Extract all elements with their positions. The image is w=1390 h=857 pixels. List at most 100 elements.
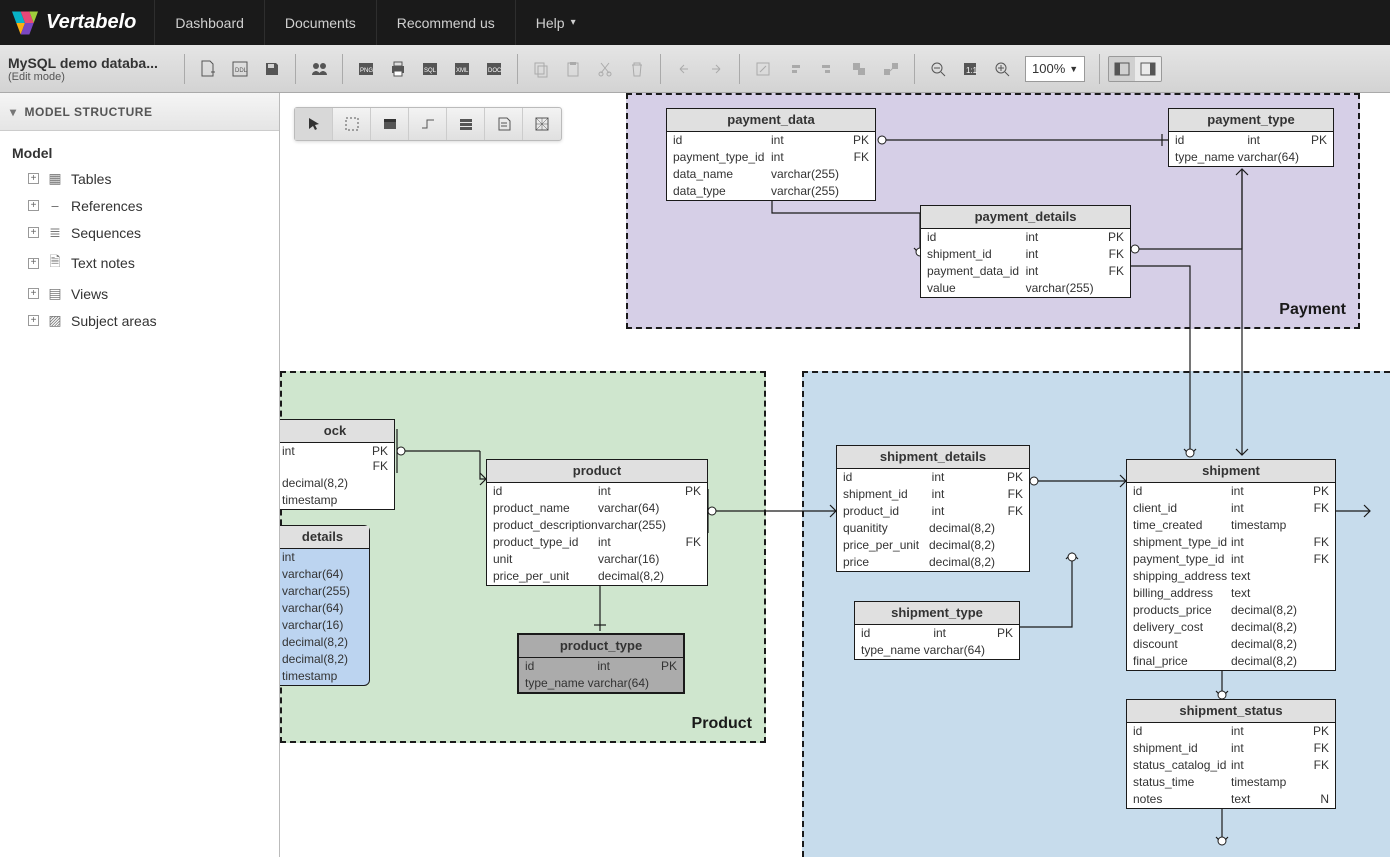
nav-help[interactable]: Help▾ bbox=[515, 0, 596, 45]
expand-icon[interactable]: + bbox=[28, 227, 39, 238]
ungroup-button[interactable] bbox=[876, 54, 906, 84]
add-area-tool[interactable] bbox=[523, 108, 561, 140]
delete-button[interactable] bbox=[622, 54, 652, 84]
group-button[interactable] bbox=[844, 54, 874, 84]
tree-item-tables[interactable]: +▦Tables bbox=[4, 165, 275, 192]
nav-recommend[interactable]: Recommend us bbox=[376, 0, 515, 45]
undo-button[interactable] bbox=[669, 54, 699, 84]
tree-item-areas[interactable]: +▨Subject areas bbox=[4, 307, 275, 334]
expand-icon[interactable]: + bbox=[28, 173, 39, 184]
left-panel-toggle[interactable] bbox=[1109, 57, 1135, 81]
edit-button[interactable] bbox=[748, 54, 778, 84]
cut-button[interactable] bbox=[590, 54, 620, 84]
table-shipment-status[interactable]: shipment_statusidintPKshipment_idintFKst… bbox=[1126, 699, 1336, 809]
new-doc-icon bbox=[199, 60, 217, 78]
table-header: payment_details bbox=[921, 206, 1130, 229]
table-product-type[interactable]: product_typeidintPKtype_namevarchar(64) bbox=[517, 633, 685, 694]
add-table-tool[interactable] bbox=[371, 108, 409, 140]
align-right-icon bbox=[818, 60, 836, 78]
table-header: ock bbox=[280, 420, 394, 443]
table-row: data_namevarchar(255) bbox=[667, 166, 875, 183]
share-button[interactable] bbox=[304, 54, 334, 84]
add-note-tool[interactable] bbox=[485, 108, 523, 140]
tree-item-references[interactable]: +⎯References bbox=[4, 192, 275, 219]
document-mode: (Edit mode) bbox=[8, 71, 176, 83]
table-row: shipment_idintFK bbox=[921, 246, 1130, 263]
tree-label: Text notes bbox=[71, 255, 135, 271]
right-panel-toggle[interactable] bbox=[1135, 57, 1161, 81]
zoom-out-button[interactable] bbox=[923, 54, 953, 84]
expand-icon[interactable]: + bbox=[28, 288, 39, 299]
export-png-button[interactable]: PNG bbox=[351, 54, 381, 84]
expand-icon[interactable]: + bbox=[28, 200, 39, 211]
table-shipment-details[interactable]: shipment_detailsidintPKshipment_idintFKp… bbox=[836, 445, 1030, 572]
table-details[interactable]: detailsintvarchar(64)varchar(255)varchar… bbox=[280, 525, 370, 686]
ddl-button[interactable]: DDL bbox=[225, 54, 255, 84]
table-header: shipment_details bbox=[837, 446, 1029, 469]
table-row: product_idintFK bbox=[837, 503, 1029, 520]
tree-item-sequences[interactable]: +≣Sequences bbox=[4, 219, 275, 246]
tree-item-textnotes[interactable]: +🗎Text notes bbox=[4, 246, 275, 280]
zoom-in-button[interactable] bbox=[987, 54, 1017, 84]
print-button[interactable] bbox=[383, 54, 413, 84]
marquee-icon bbox=[344, 116, 360, 132]
table-row: idintPK bbox=[855, 625, 1019, 642]
trash-icon bbox=[628, 60, 646, 78]
align-right-button[interactable] bbox=[812, 54, 842, 84]
table-row: payment_type_idintFK bbox=[667, 149, 875, 166]
sql-icon: SQL bbox=[421, 60, 439, 78]
expand-icon[interactable]: + bbox=[28, 258, 39, 269]
table-row: payment_data_idintFK bbox=[921, 263, 1130, 280]
canvas[interactable]: Payment Product bbox=[280, 93, 1390, 857]
add-view-tool[interactable] bbox=[447, 108, 485, 140]
logo[interactable]: Vertabelo bbox=[6, 10, 154, 36]
table-row: varchar(16) bbox=[280, 617, 369, 634]
zoom-fit-button[interactable]: 1:1 bbox=[955, 54, 985, 84]
redo-button[interactable] bbox=[701, 54, 731, 84]
table-stock[interactable]: ockintPK FKdecimal(8,2)timestamp bbox=[280, 419, 395, 510]
table-shipment-type[interactable]: shipment_typeidintPKtype_namevarchar(64) bbox=[854, 601, 1020, 660]
zoom-out-icon bbox=[929, 60, 947, 78]
tree-root[interactable]: Model bbox=[4, 141, 275, 165]
zoom-fit-icon: 1:1 bbox=[961, 60, 979, 78]
new-doc-button[interactable] bbox=[193, 54, 223, 84]
copy-button[interactable] bbox=[526, 54, 556, 84]
table-product[interactable]: productidintPKproduct_namevarchar(64)pro… bbox=[486, 459, 708, 586]
table-row: decimal(8,2) bbox=[280, 475, 394, 492]
export-xml-button[interactable]: XML bbox=[447, 54, 477, 84]
table-row: billing_addresstext bbox=[1127, 585, 1335, 602]
expand-icon[interactable]: + bbox=[28, 315, 39, 326]
marquee-tool[interactable] bbox=[333, 108, 371, 140]
table-row: varchar(64) bbox=[280, 600, 369, 617]
add-reference-tool[interactable] bbox=[409, 108, 447, 140]
table-row: payment_type_idintFK bbox=[1127, 551, 1335, 568]
zoom-select[interactable]: 100%▼ bbox=[1025, 56, 1085, 82]
nav-documents[interactable]: Documents bbox=[264, 0, 376, 45]
align-left-button[interactable] bbox=[780, 54, 810, 84]
separator bbox=[342, 54, 343, 84]
group-icon bbox=[850, 60, 868, 78]
table-payment-data[interactable]: payment_dataidintPKpayment_type_idintFKd… bbox=[666, 108, 876, 201]
pointer-tool[interactable] bbox=[295, 108, 333, 140]
table-row: type_namevarchar(64) bbox=[1169, 149, 1333, 166]
table-row: products_pricedecimal(8,2) bbox=[1127, 602, 1335, 619]
nav-dashboard[interactable]: Dashboard bbox=[154, 0, 264, 45]
table-payment-details[interactable]: payment_detailsidintPKshipment_idintFKpa… bbox=[920, 205, 1131, 298]
table-row: timestamp bbox=[280, 668, 369, 685]
document-title-block[interactable]: MySQL demo databa... (Edit mode) bbox=[6, 55, 176, 83]
print-icon bbox=[389, 60, 407, 78]
table-payment-type[interactable]: payment_typeidintPKtype_namevarchar(64) bbox=[1168, 108, 1334, 167]
collapse-icon: ▾ bbox=[10, 105, 17, 119]
paste-button[interactable] bbox=[558, 54, 588, 84]
export-doc-button[interactable]: DOC bbox=[479, 54, 509, 84]
separator bbox=[739, 54, 740, 84]
save-button[interactable] bbox=[257, 54, 287, 84]
reference-icon bbox=[420, 116, 436, 132]
sidebar: ▾ MODEL STRUCTURE Model +▦Tables +⎯Refer… bbox=[0, 93, 280, 857]
table-shipment[interactable]: shipmentidintPKclient_idintFKtime_create… bbox=[1126, 459, 1336, 671]
sidebar-header[interactable]: ▾ MODEL STRUCTURE bbox=[0, 93, 279, 131]
table-row: timestamp bbox=[280, 492, 394, 509]
export-sql-button[interactable]: SQL bbox=[415, 54, 445, 84]
align-left-icon bbox=[786, 60, 804, 78]
tree-item-views[interactable]: +▤Views bbox=[4, 280, 275, 307]
